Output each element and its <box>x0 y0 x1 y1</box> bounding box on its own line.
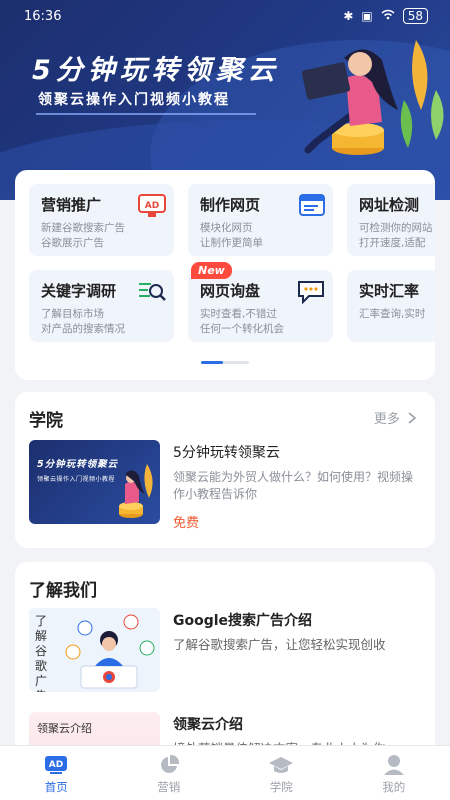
about-item-title[interactable]: 领聚云介绍 <box>173 714 243 734</box>
woman-laptop-illustration <box>301 40 444 155</box>
thumb-illustration <box>119 464 153 518</box>
section-title: 了解我们 <box>29 581 97 601</box>
google-ads-illustration <box>65 614 155 689</box>
tool-marketing[interactable]: 营销推广 新建谷歌搜索广告 谷歌展示广告 AD <box>29 184 174 256</box>
tool-exchange-rate[interactable]: 实时汇率 汇率查询,实时 <box>347 270 435 342</box>
thumb-title: 5分钟玩转领聚云 <box>37 459 119 470</box>
tool-desc: 可检测你的网站 打开速度,适配 <box>359 222 433 249</box>
course-thumbnail[interactable]: 5分钟玩转领聚云 领聚云操作入门视频小教程 <box>29 440 160 524</box>
tool-desc: 模块化网页 让制作更简单 <box>200 222 263 249</box>
page-indicator <box>201 361 249 364</box>
pie-chart-icon <box>160 754 179 773</box>
nav-label: 营销 <box>157 780 181 794</box>
nav-label: 首页 <box>44 780 68 794</box>
svg-text:AD: AD <box>49 760 63 770</box>
svg-text:AD: AD <box>145 201 159 211</box>
tool-desc: 实时查看,不错过 任何一个转化机会 <box>200 308 284 335</box>
status-icons: ✱ ▣ 58 <box>343 8 428 24</box>
banner-title: 5分钟玩转领聚云 <box>32 55 280 86</box>
nav-label: 我的 <box>382 780 406 794</box>
nav-profile[interactable]: 我的 <box>338 746 450 800</box>
section-title: 学院 <box>29 411 63 431</box>
ad-icon: AD <box>138 194 166 217</box>
tool-url-check[interactable]: 网址检测 可检测你的网站 打开速度,适配 <box>347 184 435 256</box>
course-title[interactable]: 5分钟玩转领聚云 <box>173 442 280 462</box>
bluetooth-icon: ✱ <box>343 9 354 23</box>
nav-home[interactable]: AD 首页 <box>0 746 113 800</box>
nav-marketing[interactable]: 营销 <box>113 746 226 800</box>
tool-webpage[interactable]: 制作网页 模块化网页 让制作更简单 <box>188 184 333 256</box>
webpage-icon <box>299 194 325 216</box>
more-link[interactable]: 更多 <box>374 408 417 427</box>
new-badge: New <box>191 262 232 279</box>
thumb-label: 领聚云介绍 <box>37 722 92 735</box>
nav-academy[interactable]: 学院 <box>225 746 338 800</box>
ad-home-icon: AD <box>45 756 68 774</box>
banner-subtitle: 领聚云操作入门视频小教程 <box>38 92 230 108</box>
sim-icon: ▣ <box>361 9 373 23</box>
tool-desc: 汇率查询,实时 <box>359 308 426 320</box>
tool-keyword-research[interactable]: 关键字调研 了解目标市场 对产品的搜索情况 <box>29 270 174 342</box>
quick-tools-card: 营销推广 新建谷歌搜索广告 谷歌展示广告 AD 制作网页 模块化网页 让制作更简单 … <box>15 170 435 380</box>
thumb-vertical-text: 了解谷歌广告 <box>35 614 48 692</box>
battery-icon: 58 <box>402 8 428 24</box>
about-item-desc: 了解谷歌搜索广告，让您轻松实现创收 <box>173 637 386 652</box>
status-bar: 16:36 ✱ ▣ 58 <box>0 0 450 34</box>
tool-desc: 了解目标市场 对产品的搜索情况 <box>41 308 125 335</box>
status-time: 16:36 <box>24 9 62 24</box>
keyword-search-icon <box>139 283 166 301</box>
nav-label: 学院 <box>269 780 293 794</box>
thumb-subtitle: 领聚云操作入门视频小教程 <box>37 476 116 483</box>
course-price: 免费 <box>173 516 200 531</box>
about-item-title[interactable]: Google搜索广告介绍 <box>173 610 312 630</box>
about-section: 了解我们 了解谷歌广告 Google搜索广告介绍 了解谷歌搜索广告，让您轻松实现… <box>15 562 435 762</box>
course-description: 领聚云能为外贸人做什么？如何使用？视频操作小教程告诉你 <box>173 470 414 501</box>
page-indicator-active <box>201 361 223 364</box>
graduation-cap-icon <box>269 757 294 773</box>
tool-inquiry[interactable]: 网页询盘 实时查看,不错过 任何一个转化机会 <box>188 270 333 342</box>
tool-title: 实时汇率 <box>359 282 420 300</box>
about-item-thumbnail[interactable]: 了解谷歌广告 <box>29 608 160 692</box>
chat-icon <box>298 281 324 304</box>
tool-desc: 新建谷歌搜索广告 谷歌展示广告 <box>41 222 125 249</box>
bottom-nav: AD 首页 营销 学院 我的 <box>0 745 450 800</box>
tool-title: 网址检测 <box>359 196 420 214</box>
wifi-icon <box>381 9 395 23</box>
user-icon <box>383 755 404 775</box>
academy-section: 学院 更多 5分钟玩转领聚云 领聚云操作入门视频小教程 5分钟玩转领聚云 领聚云… <box>15 392 435 548</box>
chevron-right-icon <box>408 412 417 424</box>
banner-underline <box>36 113 256 115</box>
